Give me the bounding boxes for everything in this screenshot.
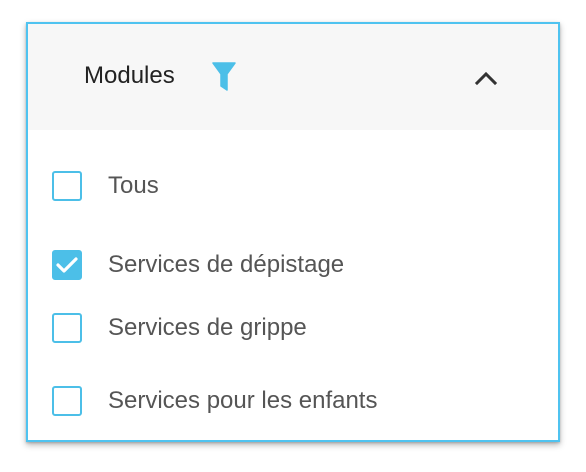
option-services-de-depistage[interactable]: Services de dépistage bbox=[52, 245, 532, 285]
checkbox-services-pour-les-enfants[interactable] bbox=[52, 386, 82, 416]
option-label: Services de dépistage bbox=[108, 251, 345, 278]
modules-filter-panel: Modules Tous Services de dépistage Servi… bbox=[26, 22, 560, 442]
checkbox-tous[interactable] bbox=[52, 171, 82, 201]
filter-icon bbox=[212, 62, 236, 92]
collapse-button[interactable] bbox=[468, 60, 504, 96]
checkbox-services-de-grippe[interactable] bbox=[52, 313, 82, 343]
checkmark-icon bbox=[56, 257, 78, 273]
option-tous[interactable]: Tous bbox=[52, 166, 532, 206]
panel-title: Modules bbox=[84, 62, 175, 89]
panel-header[interactable]: Modules bbox=[28, 24, 558, 130]
chevron-up-icon bbox=[474, 71, 498, 86]
option-label: Tous bbox=[108, 172, 159, 199]
option-services-de-grippe[interactable]: Services de grippe bbox=[52, 308, 532, 348]
option-services-pour-les-enfants[interactable]: Services pour les enfants bbox=[52, 381, 532, 421]
checkbox-services-de-depistage[interactable] bbox=[52, 250, 82, 280]
option-label: Services de grippe bbox=[108, 314, 307, 341]
option-label: Services pour les enfants bbox=[108, 387, 378, 414]
